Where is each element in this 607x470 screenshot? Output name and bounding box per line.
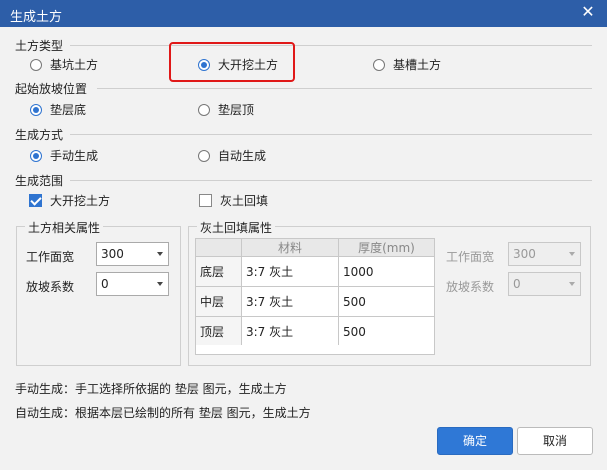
column-header: 厚度(mm) [338, 238, 435, 257]
radio-label: 自动生成 [218, 149, 267, 163]
material-cell[interactable]: 3:7 灰土 [241, 256, 339, 287]
ok-button[interactable]: 确定 [437, 427, 513, 455]
backfill-layers-table[interactable]: 材料 厚度(mm) 底层 3:7 灰土 1000 中层 3:7 灰土 500 顶… [195, 238, 435, 347]
radio-cushion-bottom[interactable]: 垫层底 [30, 101, 86, 118]
radio-label: 垫层顶 [218, 103, 255, 117]
table-empty-area [195, 345, 435, 355]
window-title: 生成土方 [10, 10, 63, 25]
table-row[interactable]: 顶层 3:7 灰土 500 [195, 316, 435, 347]
radio-selected-icon [30, 103, 42, 116]
divider [70, 45, 592, 46]
table-header-row: 材料 厚度(mm) [195, 238, 435, 257]
checkbox-label: 灰土回填 [220, 194, 269, 208]
material-cell[interactable]: 3:7 灰土 [241, 316, 339, 347]
table-row[interactable]: 中层 3:7 灰土 500 [195, 286, 435, 317]
divider [97, 88, 592, 89]
title-bar: 生成土方 ✕ [0, 0, 607, 27]
gen-method-label: 生成方式 [15, 128, 64, 142]
backfill-slope-coef-label: 放坡系数 [446, 280, 495, 294]
manual-generate-note: 手动生成：手工选择所依据的 垫层 图元，生成土方 [15, 382, 287, 396]
soil-props-title: 土方相关属性 [25, 219, 104, 236]
backfill-work-width-combo[interactable]: 300 [508, 242, 581, 266]
divider [70, 134, 592, 135]
radio-label: 基槽土方 [393, 58, 442, 72]
slope-start-label: 起始放坡位置 [15, 82, 88, 96]
radio-label: 垫层底 [50, 103, 87, 117]
radio-label: 手动生成 [50, 149, 99, 163]
cancel-button[interactable]: 取消 [517, 427, 593, 455]
thickness-cell[interactable]: 500 [338, 286, 435, 317]
column-header: 材料 [241, 238, 339, 257]
auto-generate-note: 自动生成：根据本层已绘制的所有 垫层 图元，生成土方 [15, 406, 311, 420]
radio-label: 基坑土方 [50, 58, 99, 72]
column-header [195, 238, 242, 257]
backfill-slope-coef-combo[interactable]: 0 [508, 272, 581, 296]
combo-value: 0 [101, 277, 109, 291]
radio-selected-icon [30, 149, 42, 162]
backfill-props-title: 灰土回填属性 [197, 219, 276, 236]
combo-value: 300 [101, 247, 124, 261]
radio-icon [373, 58, 385, 71]
radio-cushion-top[interactable]: 垫层顶 [198, 101, 254, 118]
layer-cell: 中层 [195, 286, 242, 317]
checkbox-lime-soil-backfill[interactable]: 灰土回填 [199, 192, 268, 209]
checkbox-icon [199, 194, 212, 207]
work-width-combo[interactable]: 300 [96, 242, 169, 266]
radio-trench-earthwork[interactable]: 基槽土方 [373, 56, 441, 73]
table-row[interactable]: 底层 3:7 灰土 1000 [195, 256, 435, 287]
chevron-down-icon [569, 282, 575, 286]
backfill-work-width-label: 工作面宽 [446, 250, 495, 264]
checkbox-checked-icon [29, 194, 42, 207]
checkbox-open-excavation[interactable]: 大开挖土方 [29, 192, 110, 209]
material-cell[interactable]: 3:7 灰土 [241, 286, 339, 317]
soil-type-label: 土方类型 [15, 39, 64, 53]
annotation-highlight-box [169, 42, 295, 82]
radio-icon [30, 58, 42, 71]
thickness-cell[interactable]: 1000 [338, 256, 435, 287]
work-width-label: 工作面宽 [26, 250, 75, 264]
combo-value: 300 [513, 247, 536, 261]
chevron-down-icon [157, 252, 163, 256]
divider [70, 180, 592, 181]
slope-coef-combo[interactable]: 0 [96, 272, 169, 296]
gen-range-label: 生成范围 [15, 174, 64, 188]
radio-icon [198, 149, 210, 162]
checkbox-label: 大开挖土方 [50, 194, 111, 208]
radio-icon [198, 103, 210, 116]
radio-manual-generate[interactable]: 手动生成 [30, 147, 98, 164]
combo-value: 0 [513, 277, 521, 291]
thickness-cell[interactable]: 500 [338, 316, 435, 347]
radio-pit-earthwork[interactable]: 基坑土方 [30, 56, 98, 73]
close-icon[interactable]: ✕ [579, 3, 597, 21]
generate-earthwork-dialog: 生成土方 ✕ 土方类型 基坑土方 大开挖土方 基槽土方 起始放坡位置 垫层底 垫… [0, 0, 607, 470]
chevron-down-icon [569, 252, 575, 256]
radio-auto-generate[interactable]: 自动生成 [198, 147, 266, 164]
layer-cell: 底层 [195, 256, 242, 287]
chevron-down-icon [157, 282, 163, 286]
layer-cell: 顶层 [195, 316, 242, 347]
slope-coef-label: 放坡系数 [26, 280, 75, 294]
